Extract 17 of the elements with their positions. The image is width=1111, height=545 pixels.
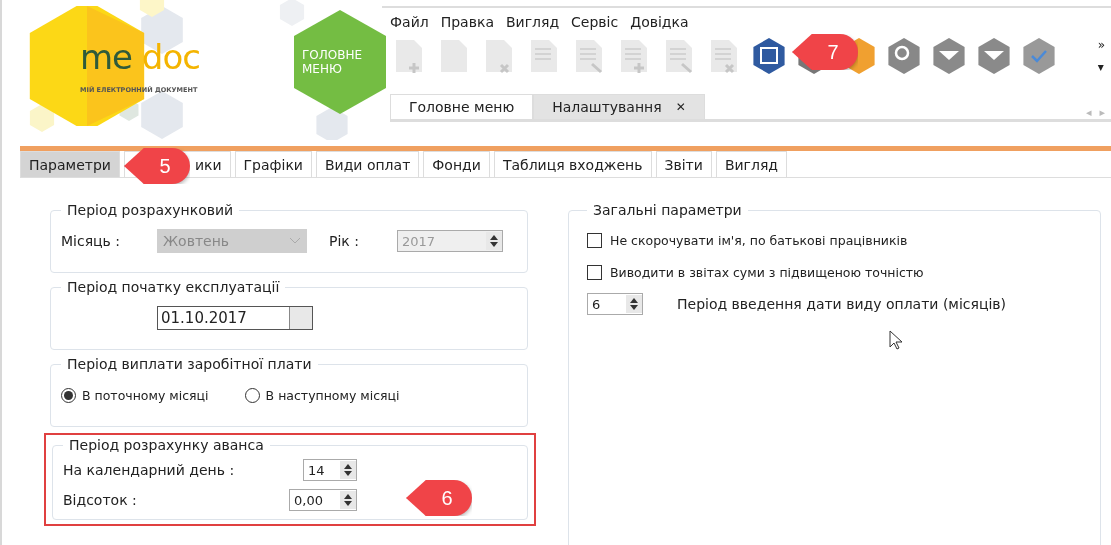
field-label: Період введення дати виду оплати (місяців) [677,296,1007,312]
checkbox-label: Виводити в звітах суми з підвищеною точністю [610,264,924,280]
group-title: Період розрахунку аванса [68,437,265,453]
radio-label: В поточному місяці [82,387,209,403]
field-label: На календарний день : [63,462,236,478]
checkbox-label: Не скорочувати ім'я, по батькові працівників [610,232,908,248]
step-callout-tooltip: 6 [406,480,472,516]
group-title: Загальні параметри [592,202,743,218]
step-callout-tooltip: 7 [792,34,858,70]
tab-label: Головне меню [409,99,515,115]
tab-label: Налаштування [552,99,662,115]
group-title: Період початку експлуатації [66,279,281,295]
field-label: Рік : [329,233,360,249]
group-title: Період виплати заробітної плати [66,356,313,372]
group-title: Період розрахунковий [66,202,235,218]
field-label: Місяць : [61,233,122,249]
radio-label: В наступному місяці [265,387,400,403]
